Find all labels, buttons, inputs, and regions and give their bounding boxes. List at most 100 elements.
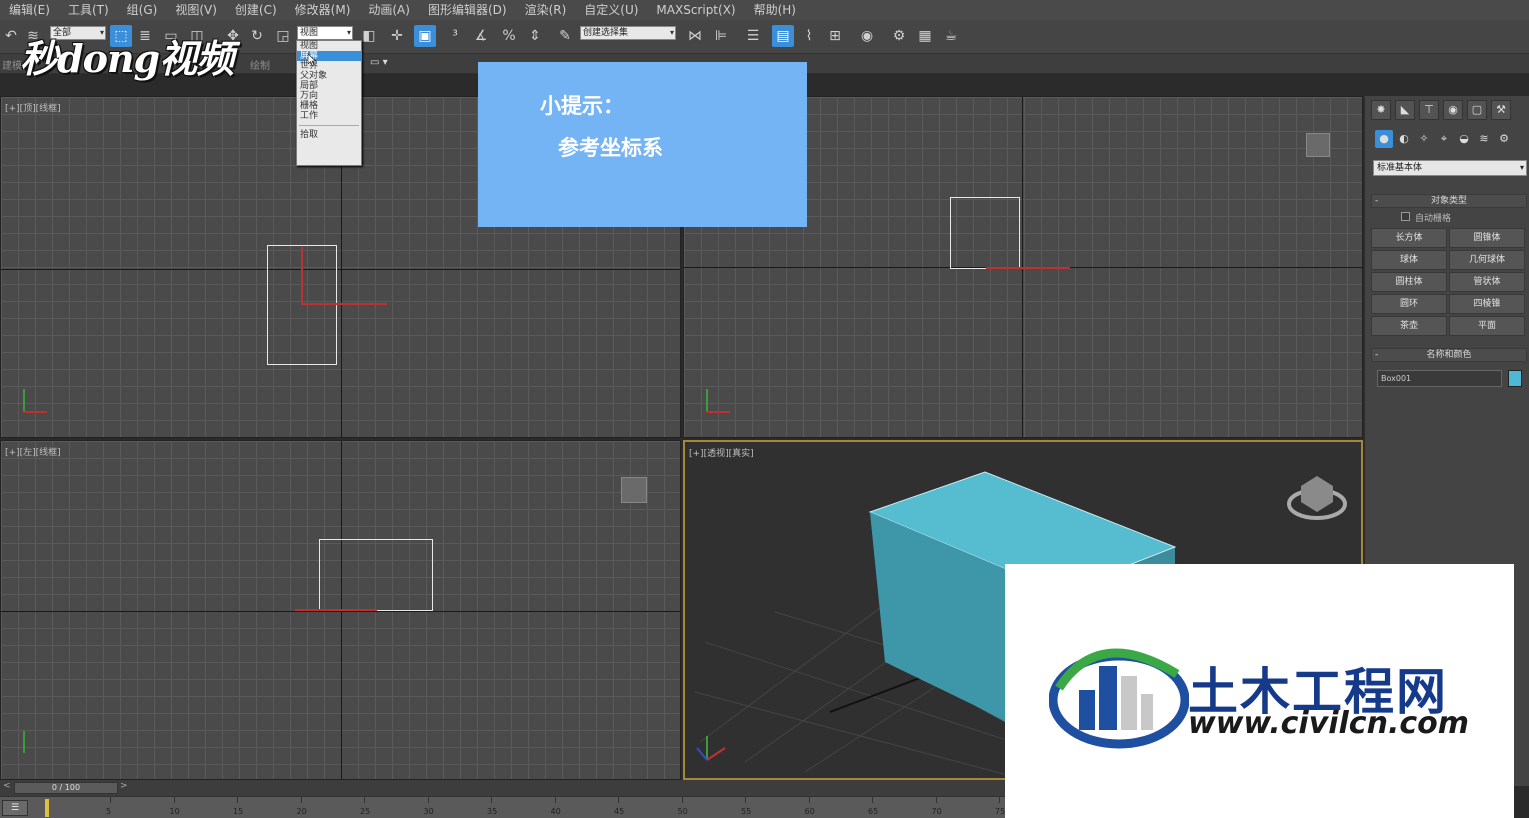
ribbon-label-paint[interactable]: 绘制 xyxy=(250,57,270,72)
viewcube-icon[interactable] xyxy=(1306,133,1330,157)
dropdown-item-gimbal[interactable]: 万向 xyxy=(297,91,361,101)
helpers-icon[interactable]: ◒ xyxy=(1455,130,1473,148)
transform-gizmo-x[interactable] xyxy=(986,267,1070,269)
cylinder-button[interactable]: 圆柱体 xyxy=(1371,272,1447,292)
dropdown-item-view[interactable]: 视图 xyxy=(297,41,361,51)
menu-maxscript[interactable]: MAXScript(X) xyxy=(647,0,744,20)
dropdown-separator xyxy=(299,125,359,126)
material-editor-icon[interactable]: ◉ xyxy=(856,25,878,47)
spacewarps-icon[interactable]: ≋ xyxy=(1475,130,1493,148)
viewport-label-left[interactable]: [+][左][线框] xyxy=(5,445,61,458)
teapot-button[interactable]: 茶壶 xyxy=(1371,316,1447,336)
transform-gizmo-x[interactable] xyxy=(295,609,377,611)
viewport-left[interactable]: [+][左][线框] xyxy=(0,440,681,780)
ribbon-label-modeling[interactable]: 建模 xyxy=(2,57,22,72)
create-tab-icon[interactable]: ✸ xyxy=(1371,100,1391,120)
render-production-icon[interactable]: ☕ xyxy=(940,25,962,47)
ruler-tick-label: 65 xyxy=(868,807,879,816)
ribbon-toggle-icon[interactable]: ▭ ▾ xyxy=(370,57,388,68)
spinner-snap-icon[interactable]: ⇕ xyxy=(524,25,546,47)
mini-curve-editor-icon[interactable]: ☰ xyxy=(2,800,28,816)
angle-snap-icon[interactable]: ∡ xyxy=(470,25,492,47)
viewcube-icon[interactable] xyxy=(1287,476,1347,520)
hierarchy-tab-icon[interactable]: ⊤ xyxy=(1419,100,1439,120)
reference-coordinate-combo[interactable]: 视图 ▾ xyxy=(297,26,353,40)
time-marker[interactable] xyxy=(45,799,49,817)
menu-animation[interactable]: 动画(A) xyxy=(359,0,419,20)
transform-gizmo-x[interactable] xyxy=(301,303,387,305)
sphere-button[interactable]: 球体 xyxy=(1371,250,1447,270)
undo-icon[interactable]: ↶ xyxy=(0,25,22,47)
schematic-view-icon[interactable]: ⊞ xyxy=(824,25,846,47)
dropdown-item-grid[interactable]: 栅格 xyxy=(297,101,361,111)
render-setup-icon[interactable]: ⚙ xyxy=(888,25,910,47)
edit-named-selection-icon[interactable]: ✎ xyxy=(554,25,576,47)
menu-group[interactable]: 组(G) xyxy=(118,0,167,20)
menu-graph-editors[interactable]: 图形编辑器(D) xyxy=(419,0,516,20)
menu-create[interactable]: 创建(C) xyxy=(226,0,286,20)
motion-tab-icon[interactable]: ◉ xyxy=(1443,100,1463,120)
graphite-ribbon-icon[interactable]: ▤ xyxy=(772,25,794,47)
geometry-icon[interactable]: ● xyxy=(1375,130,1393,148)
dropdown-item-world[interactable]: 世界 xyxy=(297,61,361,71)
rotate-icon[interactable]: ↻ xyxy=(246,25,268,47)
dropdown-item-working[interactable]: 工作 xyxy=(297,111,361,121)
rendered-frame-icon[interactable]: ▦ xyxy=(914,25,936,47)
percent-snap-icon[interactable]: % xyxy=(498,25,520,47)
scale-icon[interactable]: ◲ xyxy=(272,25,294,47)
box-wireframe[interactable] xyxy=(950,197,1020,269)
modify-tab-icon[interactable]: ◣ xyxy=(1395,100,1415,120)
cone-button[interactable]: 圆锥体 xyxy=(1449,228,1525,248)
curve-editor-icon[interactable]: ⌇ xyxy=(798,25,820,47)
select-manipulate-icon[interactable]: ✛ xyxy=(386,25,408,47)
ruler-tick-label: 45 xyxy=(614,807,625,816)
transform-gizmo-y[interactable] xyxy=(301,247,303,305)
ruler-tick xyxy=(745,797,746,803)
shapes-icon[interactable]: ◐ xyxy=(1395,130,1413,148)
dropdown-item-local[interactable]: 局部 xyxy=(297,81,361,91)
box-button[interactable]: 长方体 xyxy=(1371,228,1447,248)
time-slider[interactable]: 0 / 100 xyxy=(14,782,118,794)
menu-edit[interactable]: 编辑(E) xyxy=(0,0,59,20)
utilities-tab-icon[interactable]: ⚒ xyxy=(1491,100,1511,120)
object-color-swatch[interactable] xyxy=(1508,370,1522,387)
name-color-rollout[interactable]: - 名称和颜色 xyxy=(1371,348,1527,362)
menu-modifiers[interactable]: 修改器(M) xyxy=(286,0,360,20)
geosphere-button[interactable]: 几何球体 xyxy=(1449,250,1525,270)
autogrid-checkbox[interactable] xyxy=(1401,212,1410,221)
display-tab-icon[interactable]: ▢ xyxy=(1467,100,1487,120)
menu-tools[interactable]: 工具(T) xyxy=(59,0,118,20)
menu-rendering[interactable]: 渲染(R) xyxy=(516,0,576,20)
plane-button[interactable]: 平面 xyxy=(1449,316,1525,336)
keyboard-shortcut-icon[interactable]: ▣ xyxy=(414,25,436,47)
viewport-label-perspective[interactable]: [+][透视][真实] xyxy=(689,446,754,459)
dropdown-item-pick[interactable]: 拾取 xyxy=(297,130,361,140)
lights-icon[interactable]: ✧ xyxy=(1415,130,1433,148)
menu-views[interactable]: 视图(V) xyxy=(166,0,226,20)
tip-box: 小提示： 参考坐标系 xyxy=(478,62,807,227)
pyramid-button[interactable]: 四棱锥 xyxy=(1449,294,1525,314)
viewcube-icon[interactable] xyxy=(621,477,647,503)
track-bar[interactable]: ☰ 5 10 15 20 25 30 35 40 45 50 55 60 65 70 75 xyxy=(0,796,1010,818)
tip-title: 小提示： xyxy=(540,94,624,118)
systems-icon[interactable]: ⚙ xyxy=(1495,130,1513,148)
object-name-input[interactable]: Box001 xyxy=(1377,370,1502,387)
tube-button[interactable]: 管状体 xyxy=(1449,272,1525,292)
prev-frame-icon[interactable]: < xyxy=(3,781,11,791)
layer-manager-icon[interactable]: ☰ xyxy=(742,25,764,47)
dropdown-item-parent[interactable]: 父对象 xyxy=(297,71,361,81)
next-frame-icon[interactable]: > xyxy=(120,781,128,791)
menu-customize[interactable]: 自定义(U) xyxy=(575,0,647,20)
menu-help[interactable]: 帮助(H) xyxy=(745,0,805,20)
geometry-category-combo[interactable]: 标准基本体 ▾ xyxy=(1373,160,1527,176)
dropdown-item-screen[interactable]: 屏幕 xyxy=(297,51,361,61)
torus-button[interactable]: 圆环 xyxy=(1371,294,1447,314)
viewport-label-top[interactable]: [+][顶][线框] xyxy=(5,101,61,114)
object-type-rollout[interactable]: - 对象类型 xyxy=(1371,194,1527,208)
named-selection-combo[interactable]: 创建选择集 ▾ xyxy=(580,26,676,40)
snap-3d-icon[interactable]: ³ xyxy=(444,25,466,47)
box-wireframe[interactable] xyxy=(319,539,433,611)
cameras-icon[interactable]: ⌖ xyxy=(1435,130,1453,148)
align-icon[interactable]: ⊫ xyxy=(710,25,732,47)
mirror-icon[interactable]: ⋈ xyxy=(684,25,706,47)
